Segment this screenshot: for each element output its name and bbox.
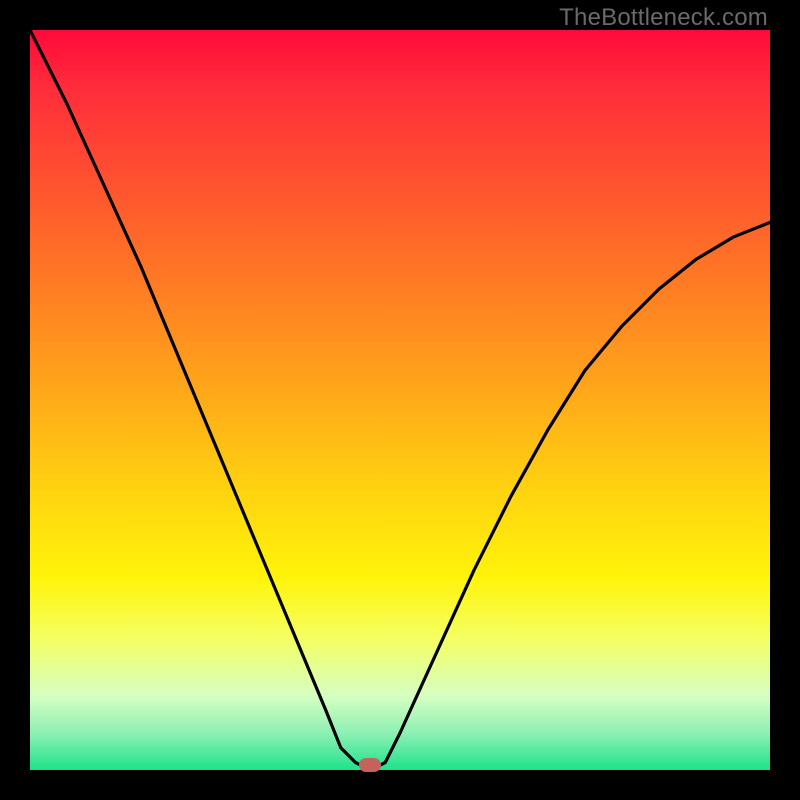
plot-area xyxy=(30,30,770,770)
chart-frame: TheBottleneck.com xyxy=(0,0,800,800)
curve-path xyxy=(30,30,770,770)
optimum-marker xyxy=(359,758,381,772)
watermark-text: TheBottleneck.com xyxy=(559,4,768,32)
bottleneck-curve xyxy=(30,30,770,770)
